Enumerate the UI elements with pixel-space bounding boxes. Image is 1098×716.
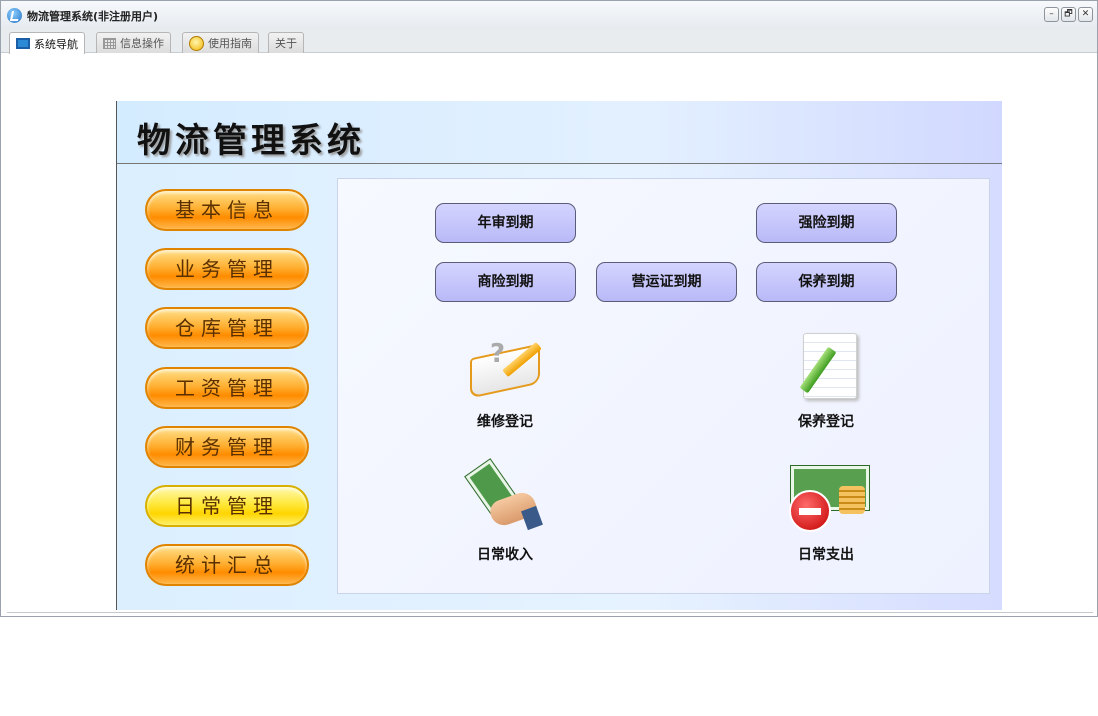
tab-bar: 系统导航 信息操作 使用指南 关于 — [1, 29, 1097, 54]
restore-button[interactable]: 🗗 — [1061, 7, 1076, 22]
status-divider — [7, 612, 1093, 613]
tab-info-ops[interactable]: 信息操作 — [96, 32, 171, 53]
tab-system-nav[interactable]: 系统导航 — [9, 32, 85, 54]
compulsory-insurance-due-button[interactable]: 强险到期 — [756, 203, 897, 243]
content-area: 年审到期 强险到期 商险到期 营运证到期 保养到期 ? 维修登记 保养登记 日常… — [337, 178, 990, 594]
menu-business-mgmt[interactable]: 业务管理 — [145, 248, 309, 290]
menu-salary-mgmt[interactable]: 工资管理 — [145, 367, 309, 409]
maintenance-due-button[interactable]: 保养到期 — [756, 262, 897, 302]
menu-finance-mgmt[interactable]: 财务管理 — [145, 426, 309, 468]
money-stop-icon[interactable] — [781, 462, 871, 538]
app-window: 物流管理系统(非注册用户) – 🗗 ✕ 系统导航 信息操作 使用指南 关于 物流… — [0, 0, 1098, 617]
commercial-insurance-due-button[interactable]: 商险到期 — [435, 262, 576, 302]
help-icon — [189, 35, 204, 51]
page-title: 物流管理系统 — [137, 121, 365, 161]
record-pencil-icon[interactable] — [781, 329, 871, 405]
tab-label: 关于 — [275, 37, 297, 50]
money-hand-icon[interactable] — [460, 457, 550, 538]
daily-income-label: 日常收入 — [477, 547, 533, 563]
tab-label: 系统导航 — [34, 37, 78, 51]
daily-expense[interactable]: 日常支出 — [766, 462, 886, 564]
monitor-icon — [16, 38, 30, 49]
menu-warehouse-mgmt[interactable]: 仓库管理 — [145, 307, 309, 349]
maintenance-register-label: 保养登记 — [798, 414, 854, 430]
menu-basic-info[interactable]: 基本信息 — [145, 189, 309, 231]
menu-daily-mgmt[interactable]: 日常管理 — [145, 485, 309, 527]
annual-review-due-button[interactable]: 年审到期 — [435, 203, 576, 243]
repair-register-label: 维修登记 — [477, 414, 533, 430]
grid-icon — [103, 37, 116, 49]
title-bar: 物流管理系统(非注册用户) – 🗗 ✕ — [1, 1, 1097, 29]
close-button[interactable]: ✕ — [1078, 7, 1093, 22]
repair-register[interactable]: ? 维修登记 — [445, 329, 565, 431]
maintenance-register[interactable]: 保养登记 — [766, 329, 886, 431]
daily-income[interactable]: 日常收入 — [445, 457, 565, 564]
window-title: 物流管理系统(非注册用户) — [27, 10, 159, 23]
tab-user-guide[interactable]: 使用指南 — [182, 32, 259, 53]
menu-statistics[interactable]: 统计汇总 — [145, 544, 309, 586]
daily-expense-label: 日常支出 — [798, 547, 854, 563]
repair-book-icon[interactable]: ? — [460, 329, 550, 405]
tab-label: 信息操作 — [120, 37, 164, 50]
panel-header: 物流管理系统 — [117, 101, 1002, 164]
tab-label: 使用指南 — [208, 37, 252, 50]
navigation-panel: 物流管理系统 基本信息 业务管理 仓库管理 工资管理 财务管理 日常管理 统计汇… — [116, 101, 1002, 610]
app-logo-icon — [7, 8, 22, 23]
operation-permit-due-button[interactable]: 营运证到期 — [596, 262, 737, 302]
window-controls: – 🗗 ✕ — [1044, 7, 1093, 22]
tab-about[interactable]: 关于 — [268, 32, 304, 53]
minimize-button[interactable]: – — [1044, 7, 1059, 22]
